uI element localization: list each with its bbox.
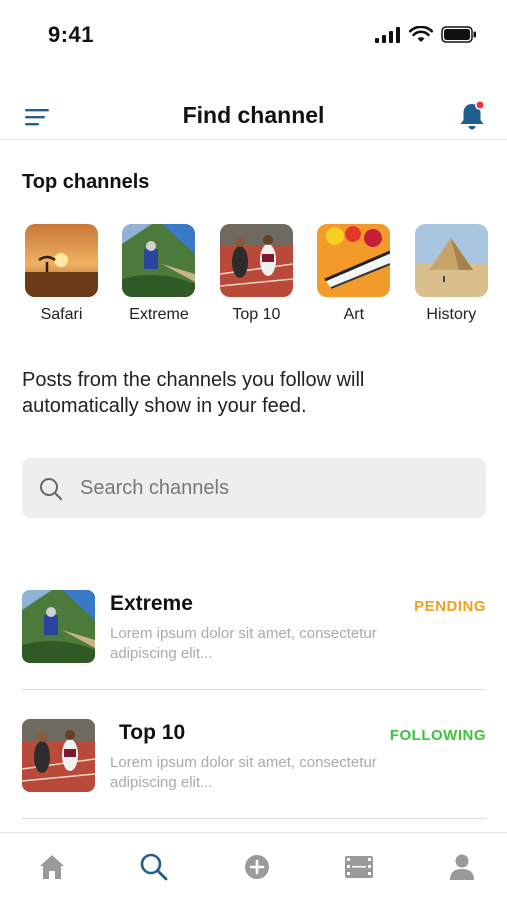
status-badge[interactable]: PENDING [414,598,486,615]
search-icon [140,853,168,881]
extreme-thumbnail [22,590,95,663]
bottom-tab-bar [0,832,507,900]
tab-search[interactable] [138,851,170,883]
history-thumbnail [414,224,488,297]
top-channels-carousel[interactable]: Safari Extreme Top 10 Art History [25,224,507,334]
add-circle-icon [245,855,269,879]
top10-thumbnail [219,224,293,297]
status-time: 9:41 [48,22,95,47]
profile-icon [450,854,474,880]
channel-label: Art [343,306,365,323]
channel-label: Extreme [129,306,189,323]
channel-tile-safari[interactable]: Safari [25,224,98,324]
status-badge[interactable]: FOLLOWING [390,727,486,744]
channel-name: Extreme [110,592,193,615]
safari-thumbnail [25,224,98,297]
page-title: Find channel [182,102,325,128]
wifi-icon [409,26,433,42]
top10-thumbnail [22,719,95,792]
channel-tile-extreme[interactable]: Extreme [122,224,196,324]
channel-list-item[interactable]: Extreme Lorem ipsum dolor sit amet, cons… [22,590,486,690]
channel-label: Safari [40,306,83,323]
channel-name: Top 10 [119,721,186,744]
tab-profile[interactable] [446,851,478,883]
battery-icon [441,26,476,43]
home-icon [40,855,64,879]
channel-tile-top10[interactable]: Top 10 [219,224,293,324]
status-icons [375,26,477,43]
channel-tile-art[interactable]: Art [317,224,391,324]
signal-icon [375,26,400,43]
app-header: Find channel [0,92,507,140]
channel-description: Lorem ipsum dolor sit amet, consectetur … [110,625,377,662]
info-text: Posts from the channels you follow will … [22,369,365,417]
tab-videos[interactable] [343,851,375,883]
channel-tile-history[interactable]: History [414,224,488,324]
channel-label: Top 10 [232,306,281,323]
notification-dot [475,100,485,110]
film-icon [345,856,373,878]
channel-label: History [426,306,477,323]
bell-icon [460,100,485,130]
top-channels-title: Top channels [22,171,150,193]
search-input[interactable] [78,458,468,518]
art-thumbnail [317,224,391,297]
notifications-button[interactable] [457,100,487,132]
search-icon [40,478,63,501]
channel-description: Lorem ipsum dolor sit amet, consectetur … [110,754,377,791]
status-bar: 9:41 [0,0,507,70]
channel-list-item[interactable]: Top 10 Lorem ipsum dolor sit amet, conse… [22,719,486,819]
tab-home[interactable] [36,851,68,883]
extreme-thumbnail [122,224,196,297]
tab-create[interactable] [241,851,273,883]
search-bar[interactable] [22,458,486,518]
